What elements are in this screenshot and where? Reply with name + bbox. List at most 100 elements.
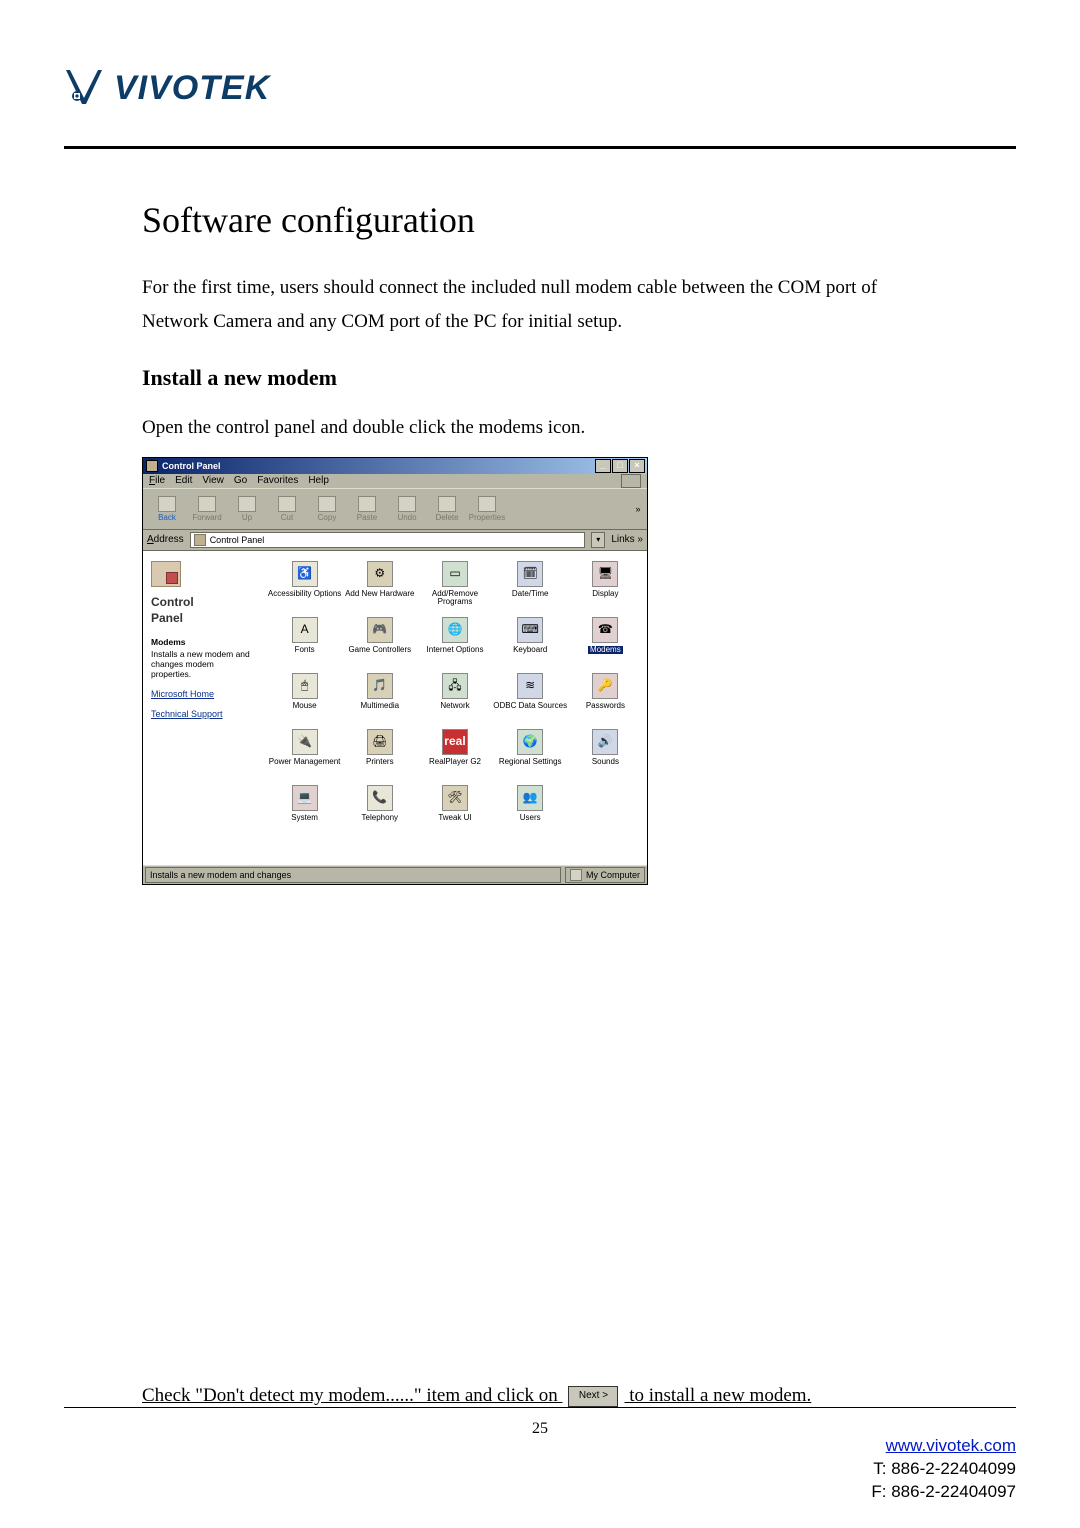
address-value: Control Panel <box>210 535 265 545</box>
cp-item-printers[interactable]: 🖨Printers <box>342 727 417 783</box>
logo-mark-icon <box>64 66 108 110</box>
cp-item-realplayer[interactable]: realRealPlayer G2 <box>417 727 492 783</box>
odbc-icon: ≋ <box>517 673 543 699</box>
cp-item-game-controllers[interactable]: 🎮Game Controllers <box>342 615 417 671</box>
cp-item-network[interactable]: 🖧Network <box>417 671 492 727</box>
page-title: Software configuration <box>142 199 938 241</box>
up-icon <box>238 496 256 512</box>
link-technical-support[interactable]: Technical Support <box>151 709 255 719</box>
toolbar-delete[interactable]: Delete <box>427 493 467 525</box>
cp-item-date-time[interactable]: 🗓Date/Time <box>493 559 568 615</box>
throbber-icon <box>621 474 641 488</box>
footer-tel: T: 886-2-22404099 <box>873 1459 1016 1478</box>
cp-item-fonts[interactable]: AFonts <box>267 615 342 671</box>
footer-contact: www.vivotek.com T: 886-2-22404099 F: 886… <box>871 1435 1016 1504</box>
address-bar: Address Control Panel ▾ Links » <box>143 530 647 551</box>
cp-item-passwords[interactable]: 🔑Passwords <box>568 671 643 727</box>
cp-item-sounds[interactable]: 🔊Sounds <box>568 727 643 783</box>
cp-item-regional-settings[interactable]: 🌍Regional Settings <box>493 727 568 783</box>
window-titlebar[interactable]: Control Panel _ □ × <box>143 458 647 474</box>
control-panel-window: Control Panel _ □ × File Edit View Go Fa… <box>142 457 648 885</box>
cp-item-mouse[interactable]: 🖱Mouse <box>267 671 342 727</box>
passwords-icon: 🔑 <box>592 673 618 699</box>
add-remove-programs-icon: ▭ <box>442 561 468 587</box>
cp-item-multimedia[interactable]: 🎵Multimedia <box>342 671 417 727</box>
mouse-icon: 🖱 <box>292 673 318 699</box>
address-label: Address <box>147 534 184 545</box>
maximize-button[interactable]: □ <box>612 459 628 473</box>
logo-text: VIVOTEK <box>114 69 270 108</box>
internet-options-icon: 🌐 <box>442 617 468 643</box>
realplayer-icon: real <box>442 729 468 755</box>
header-divider <box>64 146 1016 149</box>
footer-fax: F: 886-2-22404097 <box>871 1482 1016 1501</box>
menu-help[interactable]: Help <box>308 475 329 486</box>
cp-item-power-management[interactable]: 🔌Power Management <box>267 727 342 783</box>
toolbar-overflow-icon[interactable]: » <box>633 504 643 514</box>
menu-bar: File Edit View Go Favorites Help <box>143 474 647 488</box>
section-heading: Install a new modem <box>142 365 938 391</box>
fonts-icon: A <box>292 617 318 643</box>
paste-icon <box>358 496 376 512</box>
links-label[interactable]: Links » <box>611 534 643 545</box>
left-description: Modems Installs a new modem and changes … <box>151 637 255 679</box>
close-button[interactable]: × <box>629 459 645 473</box>
toolbar-properties[interactable]: Properties <box>467 493 507 525</box>
link-microsoft-home[interactable]: Microsoft Home <box>151 689 255 699</box>
cp-item-internet-options[interactable]: 🌐Internet Options <box>417 615 492 671</box>
toolbar: Back Forward Up Cut Copy Paste Undo Dele… <box>143 488 647 530</box>
next-button[interactable]: Next > <box>568 1386 618 1407</box>
toolbar-back[interactable]: Back <box>147 493 187 525</box>
cp-item-accessibility[interactable]: ♿Accessibility Options <box>267 559 342 615</box>
cp-item-system[interactable]: 💻System <box>267 783 342 839</box>
footer-link[interactable]: www.vivotek.com <box>886 1436 1016 1455</box>
display-icon: 🖥 <box>592 561 618 587</box>
cp-item-tweak-ui[interactable]: 🛠Tweak UI <box>417 783 492 839</box>
toolbar-up[interactable]: Up <box>227 493 267 525</box>
menu-file[interactable]: File <box>149 475 165 486</box>
cp-item-telephony[interactable]: 📞Telephony <box>342 783 417 839</box>
status-text: Installs a new modem and changes <box>145 867 561 883</box>
cp-item-modems[interactable]: ☎Modems <box>568 615 643 671</box>
toolbar-paste[interactable]: Paste <box>347 493 387 525</box>
modems-icon: ☎ <box>592 617 618 643</box>
cp-item-users[interactable]: 👥Users <box>493 783 568 839</box>
power-management-icon: 🔌 <box>292 729 318 755</box>
tweak-ui-icon: 🛠 <box>442 785 468 811</box>
footer-divider <box>64 1407 1016 1408</box>
cp-item-keyboard[interactable]: ⌨Keyboard <box>493 615 568 671</box>
menu-view[interactable]: View <box>202 475 224 486</box>
left-title-2: Panel <box>151 611 255 625</box>
address-input[interactable]: Control Panel <box>190 532 586 548</box>
cp-item-odbc[interactable]: ≋ODBC Data Sources <box>493 671 568 727</box>
address-icon <box>194 534 206 546</box>
back-icon <box>158 496 176 512</box>
intro-paragraph: For the first time, users should connect… <box>142 271 938 339</box>
cp-item-display[interactable]: 🖥Display <box>568 559 643 615</box>
copy-icon <box>318 496 336 512</box>
menu-favorites[interactable]: Favorites <box>257 475 298 486</box>
step-1-text: Open the control panel and double click … <box>142 417 938 439</box>
add-hardware-icon: ⚙ <box>367 561 393 587</box>
menu-go[interactable]: Go <box>234 475 247 486</box>
cp-item-add-remove-programs[interactable]: ▭Add/Remove Programs <box>417 559 492 615</box>
control-panel-icon-grid: ♿Accessibility Options ⚙Add New Hardware… <box>263 551 647 865</box>
toolbar-forward[interactable]: Forward <box>187 493 227 525</box>
address-dropdown[interactable]: ▾ <box>591 532 605 548</box>
step-2-text: Check "Don't detect my modem......" item… <box>142 1385 811 1407</box>
multimedia-icon: 🎵 <box>367 673 393 699</box>
minimize-button[interactable]: _ <box>595 459 611 473</box>
control-panel-title-icon <box>146 460 158 472</box>
status-location: My Computer <box>565 867 645 883</box>
window-title: Control Panel <box>162 461 221 471</box>
cp-item-add-hardware[interactable]: ⚙Add New Hardware <box>342 559 417 615</box>
menu-edit[interactable]: Edit <box>175 475 192 486</box>
toolbar-undo[interactable]: Undo <box>387 493 427 525</box>
toolbar-copy[interactable]: Copy <box>307 493 347 525</box>
folder-control-panel-icon <box>151 561 181 587</box>
sounds-icon: 🔊 <box>592 729 618 755</box>
date-time-icon: 🗓 <box>517 561 543 587</box>
toolbar-cut[interactable]: Cut <box>267 493 307 525</box>
forward-icon <box>198 496 216 512</box>
properties-icon <box>478 496 496 512</box>
